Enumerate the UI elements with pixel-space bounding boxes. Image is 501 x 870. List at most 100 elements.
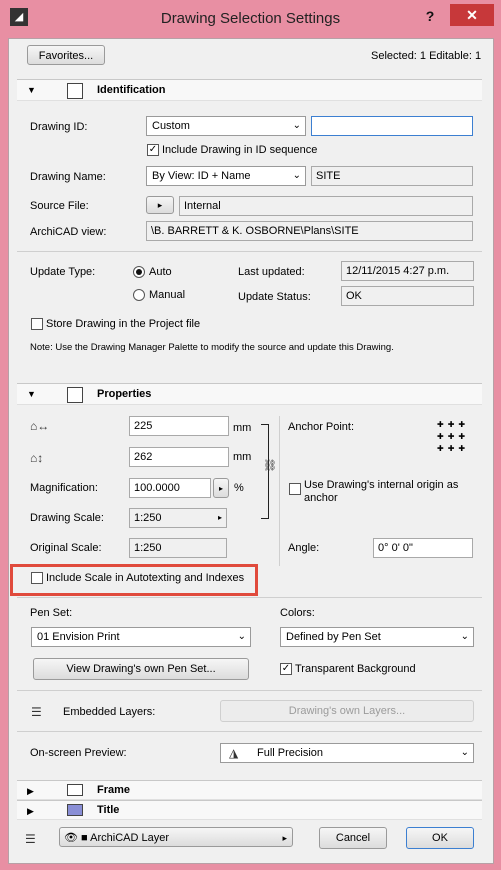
- width-icon: ⌂↔: [30, 419, 50, 433]
- chevron-right-icon: ▸: [217, 513, 222, 522]
- update-auto-radio[interactable]: [133, 266, 145, 278]
- angle-input[interactable]: 0° 0' 0": [373, 538, 473, 558]
- anchor-point-label: Anchor Point:: [288, 421, 355, 433]
- eye-icon[interactable]: 👁: [64, 832, 78, 844]
- layers-icon: ☰: [31, 705, 42, 719]
- dialog-window: ◢ Drawing Selection Settings ? ✕ Favorit…: [0, 0, 501, 870]
- ok-button[interactable]: OK: [406, 827, 474, 849]
- store-drawing-label: Store Drawing in the Project file: [46, 318, 201, 330]
- vertical-divider: [279, 416, 280, 566]
- expand-triangle-icon[interactable]: ▶: [27, 786, 34, 797]
- percent-label: %: [234, 482, 244, 494]
- drawing-name-label: Drawing Name:: [30, 171, 106, 183]
- drawing-id-select[interactable]: Custom ⌄: [146, 116, 306, 136]
- view-pen-set-button[interactable]: View Drawing's own Pen Set...: [33, 658, 249, 680]
- update-manual-radio[interactable]: [133, 289, 145, 301]
- original-scale-label: Original Scale:: [30, 542, 102, 554]
- include-in-id-sequence-label: Include Drawing in ID sequence: [162, 144, 318, 156]
- collapse-triangle-icon[interactable]: ▼: [27, 85, 36, 95]
- properties-title: Properties: [97, 388, 152, 400]
- title-header[interactable]: ▶ Title: [17, 800, 482, 820]
- favorites-button[interactable]: Favorites...: [27, 45, 105, 65]
- drawing-scale-field[interactable]: 1:250 ▸: [129, 508, 227, 528]
- width-input[interactable]: 225: [129, 416, 229, 436]
- original-scale-field: 1:250: [129, 538, 227, 558]
- height-unit: mm: [233, 451, 252, 463]
- source-file-label: Source File:: [30, 200, 89, 212]
- on-screen-preview-select[interactable]: ◮ Full Precision ⌄: [220, 743, 474, 763]
- transparent-background-label: Transparent Background: [295, 663, 416, 675]
- identification-icon: [67, 83, 83, 99]
- archicad-view-label: ArchiCAD view:: [30, 226, 107, 238]
- include-scale-checkbox[interactable]: [31, 572, 43, 584]
- store-drawing-checkbox[interactable]: [31, 318, 43, 330]
- help-button[interactable]: ?: [418, 6, 442, 26]
- note-text: Note: Use the Drawing Manager Palette to…: [30, 342, 394, 353]
- use-internal-origin-checkbox[interactable]: [289, 483, 301, 495]
- divider: [17, 690, 482, 691]
- frame-title: Frame: [97, 784, 131, 796]
- include-in-id-sequence-checkbox[interactable]: ✓: [147, 144, 159, 156]
- drawing-scale-value: 1:250: [134, 512, 162, 524]
- height-input[interactable]: 262: [129, 447, 229, 467]
- drawing-id-input[interactable]: [311, 116, 473, 136]
- properties-header[interactable]: ▼ Properties: [17, 383, 482, 405]
- pen-set-selected: 01 Envision Print: [37, 631, 120, 643]
- drawing-id-selected: Custom: [152, 120, 190, 132]
- pen-set-label: Pen Set:: [30, 607, 73, 619]
- drawing-scale-label: Drawing Scale:: [30, 512, 104, 524]
- divider: [17, 731, 482, 732]
- expand-triangle-icon[interactable]: ▶: [27, 806, 34, 817]
- title-section-title: Title: [97, 804, 120, 816]
- height-icon: ⌂↕: [30, 451, 44, 465]
- magnification-arrow-button[interactable]: ▸: [213, 478, 229, 498]
- chain-link-icon[interactable]: ⛓: [263, 459, 277, 472]
- chevron-down-icon: ⌄: [292, 170, 301, 181]
- drawings-own-layers-button[interactable]: Drawing's own Layers...: [220, 700, 474, 722]
- use-internal-origin-label: Use Drawing's internal origin as anchor: [304, 479, 459, 504]
- frame-icon: [67, 784, 83, 796]
- collapse-triangle-icon[interactable]: ▼: [27, 389, 36, 399]
- magnification-label: Magnification:: [30, 482, 98, 494]
- anchor-point-grid[interactable]: ✚✚✚ ✚✚✚ ✚✚✚: [437, 419, 475, 455]
- source-file-field: Internal: [179, 196, 473, 216]
- chevron-down-icon: ⌄: [460, 631, 469, 642]
- identification-title: Identification: [97, 84, 166, 96]
- close-button[interactable]: ✕: [450, 4, 494, 26]
- divider: [17, 251, 482, 252]
- layer-select[interactable]: 👁 ■ ArchiCAD Layer ▸: [59, 827, 293, 847]
- title-bar[interactable]: ◢ Drawing Selection Settings ? ✕: [0, 0, 501, 38]
- cancel-button[interactable]: Cancel: [319, 827, 387, 849]
- colors-select[interactable]: Defined by Pen Set ⌄: [280, 627, 474, 647]
- layer-value: ArchiCAD Layer: [90, 832, 169, 844]
- include-scale-label: Include Scale in Autotexting and Indexes: [46, 572, 245, 584]
- frame-header[interactable]: ▶ Frame: [17, 780, 482, 800]
- width-unit: mm: [233, 422, 252, 434]
- drawing-name-input[interactable]: SITE: [311, 166, 473, 186]
- drawing-id-label: Drawing ID:: [30, 121, 88, 133]
- preview-icon: ◮: [229, 746, 239, 760]
- chevron-down-icon: ⌄: [460, 747, 469, 758]
- embedded-layers-label: Embedded Layers:: [63, 706, 156, 718]
- identification-header[interactable]: ▼ Identification: [17, 79, 482, 101]
- layer-stack-icon: ☰: [25, 832, 36, 846]
- drawing-name-select[interactable]: By View: ID + Name ⌄: [146, 166, 306, 186]
- on-screen-preview-selected: Full Precision: [257, 747, 324, 759]
- angle-label: Angle:: [288, 542, 320, 554]
- layer-lock-icon: ■: [81, 832, 88, 844]
- transparent-background-checkbox[interactable]: ✓: [280, 663, 292, 675]
- source-file-arrow-button[interactable]: ▸: [146, 196, 174, 214]
- magnification-input[interactable]: 100.0000: [129, 478, 211, 498]
- update-status-field: OK: [341, 286, 474, 306]
- chevron-right-icon: ▸: [282, 833, 287, 843]
- chevron-down-icon: ⌄: [292, 120, 301, 131]
- selection-count: Selected: 1 Editable: 1: [371, 50, 482, 62]
- pen-set-select[interactable]: 01 Envision Print ⌄: [31, 627, 251, 647]
- update-manual-label: Manual: [149, 289, 186, 301]
- chevron-down-icon: ⌄: [237, 631, 246, 642]
- properties-icon: [67, 387, 83, 403]
- divider: [17, 597, 482, 598]
- drawing-name-selected: By View: ID + Name: [152, 170, 251, 182]
- last-updated-field: 12/11/2015 4:27 p.m.: [341, 261, 474, 281]
- dialog-body: Favorites... Selected: 1 Editable: 1 ▼ I…: [8, 38, 494, 864]
